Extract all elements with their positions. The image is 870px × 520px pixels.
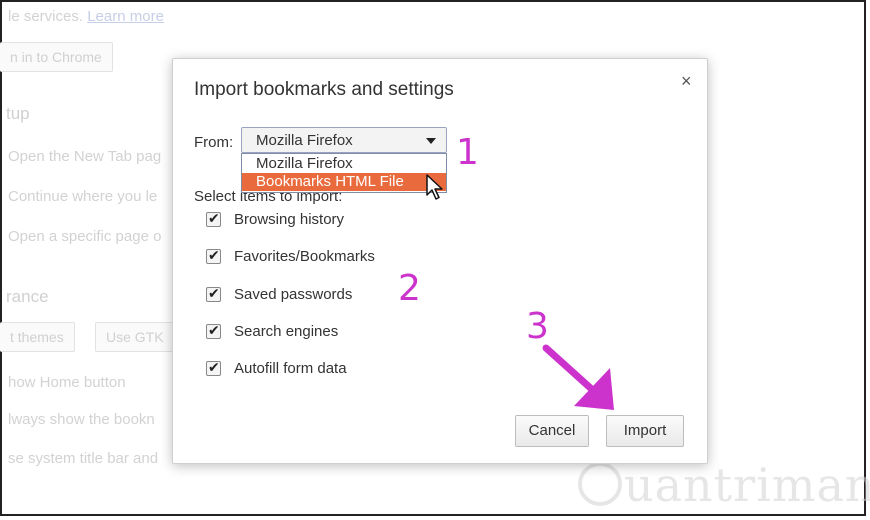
use-gtk-button[interactable]: Use GTK bbox=[95, 322, 175, 352]
checkbox-saved-passwords[interactable]: ✔ bbox=[206, 285, 221, 302]
checkbox-browsing-history[interactable]: ✔ bbox=[206, 210, 221, 227]
item-label: Saved passwords bbox=[234, 286, 353, 303]
checkmark-icon: ✔ bbox=[208, 359, 220, 375]
services-text: le services. Learn more bbox=[8, 8, 164, 25]
option-bookmarks-html-file[interactable]: Bookmarks HTML File bbox=[242, 173, 446, 191]
show-home-option[interactable]: how Home button bbox=[8, 374, 126, 391]
learn-more-link[interactable]: Learn more bbox=[87, 8, 164, 25]
item-label: Favorites/Bookmarks bbox=[234, 248, 375, 265]
item-label: Browsing history bbox=[234, 211, 345, 228]
startup-option-specific[interactable]: Open a specific page o bbox=[8, 228, 161, 245]
annotation-arrow-icon bbox=[542, 344, 614, 410]
startup-option-new-tab[interactable]: Open the New Tab pag bbox=[8, 148, 161, 165]
from-label: From: bbox=[194, 134, 234, 151]
checkbox-favorites-bookmarks[interactable]: ✔ bbox=[206, 247, 221, 264]
startup-option-continue[interactable]: Continue where you le bbox=[8, 188, 157, 205]
appearance-heading: rance bbox=[6, 287, 49, 306]
checkmark-icon: ✔ bbox=[208, 210, 220, 226]
system-title-bar-option[interactable]: se system title bar and bbox=[8, 450, 158, 467]
source-dropdown-list: Mozilla Firefox Bookmarks HTML File bbox=[241, 153, 447, 193]
close-icon[interactable]: × bbox=[681, 71, 692, 92]
item-label: Search engines bbox=[234, 323, 339, 340]
annotation-step-2: 2 bbox=[398, 268, 421, 309]
source-select-value: Mozilla Firefox bbox=[256, 132, 353, 149]
checkmark-icon: ✔ bbox=[208, 285, 220, 301]
source-select[interactable]: Mozilla Firefox bbox=[241, 127, 447, 153]
checkmark-icon: ✔ bbox=[208, 322, 220, 338]
option-mozilla-firefox[interactable]: Mozilla Firefox bbox=[242, 155, 446, 173]
checkmark-icon: ✔ bbox=[208, 247, 220, 263]
checkbox-search-engines[interactable]: ✔ bbox=[206, 322, 221, 339]
always-show-bookmarks-option[interactable]: lways show the bookn bbox=[8, 411, 155, 428]
sign-in-button[interactable]: n in to Chrome bbox=[0, 42, 113, 72]
watermark-bulb-icon bbox=[578, 462, 622, 506]
themes-button[interactable]: t themes bbox=[0, 322, 75, 352]
item-label: Autofill form data bbox=[234, 360, 347, 377]
annotation-step-1: 1 bbox=[456, 132, 479, 173]
checkbox-autofill-form-data[interactable]: ✔ bbox=[206, 359, 221, 376]
watermark-text: uantrimang bbox=[624, 458, 870, 512]
startup-heading: tup bbox=[6, 104, 30, 123]
dialog-title: Import bookmarks and settings bbox=[194, 79, 454, 100]
chevron-down-icon bbox=[426, 138, 436, 144]
mouse-cursor-icon bbox=[426, 174, 443, 200]
